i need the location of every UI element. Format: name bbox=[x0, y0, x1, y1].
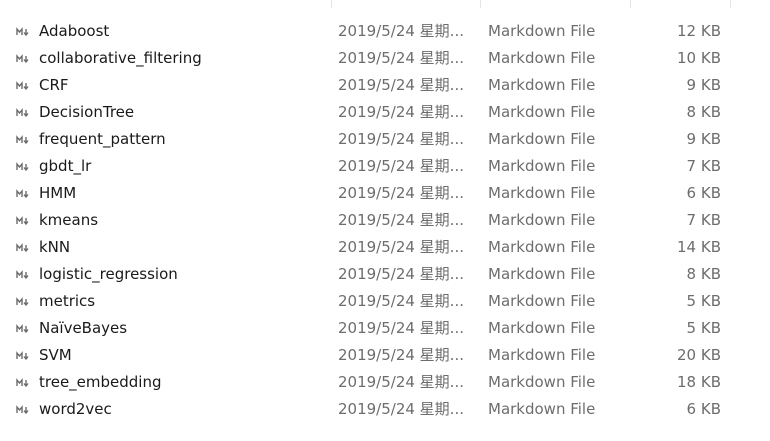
file-size: 7 KB bbox=[686, 157, 721, 175]
markdown-file-icon bbox=[16, 378, 30, 388]
file-type: Markdown File bbox=[488, 76, 596, 94]
markdown-file-icon bbox=[16, 27, 30, 37]
file-name: metrics bbox=[39, 292, 96, 310]
file-type: Markdown File bbox=[488, 238, 596, 256]
file-size: 6 KB bbox=[686, 400, 721, 418]
markdown-file-icon bbox=[16, 243, 30, 253]
file-date-modified: 2019/5/24 星期... bbox=[338, 184, 464, 202]
file-row[interactable]: frequent_pattern 2019/5/24 星期... Markdown … bbox=[0, 126, 770, 153]
file-date-modified: 2019/5/24 星期... bbox=[338, 400, 464, 418]
file-date-modified: 2019/5/24 星期... bbox=[338, 238, 464, 256]
markdown-file-icon bbox=[16, 324, 30, 334]
file-size: 9 KB bbox=[686, 76, 721, 94]
file-row[interactable]: SVM 2019/5/24 星期... Markdown File 20 KB bbox=[0, 342, 770, 369]
file-list: Adaboost 2019/5/24 星期... Markdown File 12 K… bbox=[0, 18, 770, 423]
file-row[interactable]: Adaboost 2019/5/24 星期... Markdown File 12 K… bbox=[0, 18, 770, 45]
markdown-file-icon bbox=[16, 135, 30, 145]
file-size: 10 KB bbox=[677, 49, 721, 67]
file-size: 8 KB bbox=[686, 265, 721, 283]
file-name: word2vec bbox=[39, 400, 112, 418]
file-date-modified: 2019/5/24 星期... bbox=[338, 346, 464, 364]
file-date-modified: 2019/5/24 星期... bbox=[338, 103, 464, 121]
column-divider-type[interactable] bbox=[480, 0, 481, 8]
markdown-file-icon bbox=[16, 108, 30, 118]
file-size: 8 KB bbox=[686, 103, 721, 121]
file-type: Markdown File bbox=[488, 373, 596, 391]
file-type: Markdown File bbox=[488, 22, 596, 40]
markdown-file-icon bbox=[16, 162, 30, 172]
file-size: 14 KB bbox=[677, 238, 721, 256]
file-type: Markdown File bbox=[488, 130, 596, 148]
file-name: kmeans bbox=[39, 211, 99, 229]
file-type: Markdown File bbox=[488, 346, 596, 364]
file-row[interactable]: CRF 2019/5/24 星期... Markdown File 9 KB bbox=[0, 72, 770, 99]
file-size: 5 KB bbox=[686, 292, 721, 310]
file-row[interactable]: DecisionTree 2019/5/24 星期... Markdown File… bbox=[0, 99, 770, 126]
markdown-file-icon bbox=[16, 54, 30, 64]
file-row[interactable]: kNN 2019/5/24 星期... Markdown File 14 KB bbox=[0, 234, 770, 261]
file-row[interactable]: tree_embedding 2019/5/24 星期... Markdown Fi… bbox=[0, 369, 770, 396]
markdown-file-icon bbox=[16, 297, 30, 307]
markdown-file-icon bbox=[16, 270, 30, 280]
file-size: 18 KB bbox=[677, 373, 721, 391]
file-name: frequent_pattern bbox=[39, 130, 166, 148]
file-type: Markdown File bbox=[488, 319, 596, 337]
file-date-modified: 2019/5/24 星期... bbox=[338, 22, 464, 40]
column-divider-end[interactable] bbox=[730, 0, 731, 8]
markdown-file-icon bbox=[16, 351, 30, 361]
file-size: 5 KB bbox=[686, 319, 721, 337]
file-size: 20 KB bbox=[677, 346, 721, 364]
file-name: HMM bbox=[39, 184, 77, 202]
file-date-modified: 2019/5/24 星期... bbox=[338, 49, 464, 67]
file-row[interactable]: HMM 2019/5/24 星期... Markdown File 6 KB bbox=[0, 180, 770, 207]
markdown-file-icon bbox=[16, 405, 30, 415]
file-size: 12 KB bbox=[677, 22, 721, 40]
file-row[interactable]: logistic_regression 2019/5/24 星期... Markdo… bbox=[0, 261, 770, 288]
column-divider-size[interactable] bbox=[630, 0, 631, 8]
file-type: Markdown File bbox=[488, 157, 596, 175]
file-date-modified: 2019/5/24 星期... bbox=[338, 373, 464, 391]
file-type: Markdown File bbox=[488, 211, 596, 229]
file-date-modified: 2019/5/24 星期... bbox=[338, 292, 464, 310]
file-row[interactable]: NaïveBayes 2019/5/24 星期... Markdown File 5 … bbox=[0, 315, 770, 342]
file-row[interactable]: collaborative_filtering 2019/5/24 星期... Ma… bbox=[0, 45, 770, 72]
file-name: CRF bbox=[39, 76, 69, 94]
file-name: SVM bbox=[39, 346, 72, 364]
markdown-file-icon bbox=[16, 216, 30, 226]
file-date-modified: 2019/5/24 星期... bbox=[338, 76, 464, 94]
file-date-modified: 2019/5/24 星期... bbox=[338, 157, 464, 175]
file-row[interactable]: word2vec 2019/5/24 星期... Markdown File 6 KB bbox=[0, 396, 770, 423]
file-name: NaïveBayes bbox=[39, 319, 128, 337]
file-name: kNN bbox=[39, 238, 71, 256]
file-date-modified: 2019/5/24 星期... bbox=[338, 265, 464, 283]
column-divider-date[interactable] bbox=[331, 0, 332, 8]
file-name: collaborative_filtering bbox=[39, 49, 202, 67]
file-row[interactable]: kmeans 2019/5/24 星期... Markdown File 7 KB bbox=[0, 207, 770, 234]
markdown-file-icon bbox=[16, 189, 30, 199]
file-name: Adaboost bbox=[39, 22, 110, 40]
file-row[interactable]: gbdt_lr 2019/5/24 星期... Markdown File 7 KB bbox=[0, 153, 770, 180]
file-name: logistic_regression bbox=[39, 265, 178, 283]
file-size: 6 KB bbox=[686, 184, 721, 202]
file-date-modified: 2019/5/24 星期... bbox=[338, 130, 464, 148]
file-name: gbdt_lr bbox=[39, 157, 92, 175]
file-type: Markdown File bbox=[488, 103, 596, 121]
file-type: Markdown File bbox=[488, 49, 596, 67]
file-date-modified: 2019/5/24 星期... bbox=[338, 319, 464, 337]
file-name: tree_embedding bbox=[39, 373, 162, 391]
file-date-modified: 2019/5/24 星期... bbox=[338, 211, 464, 229]
file-row[interactable]: metrics 2019/5/24 星期... Markdown File 5 KB bbox=[0, 288, 770, 315]
file-size: 7 KB bbox=[686, 211, 721, 229]
file-type: Markdown File bbox=[488, 265, 596, 283]
markdown-file-icon bbox=[16, 81, 30, 91]
file-type: Markdown File bbox=[488, 400, 596, 418]
file-size: 9 KB bbox=[686, 130, 721, 148]
file-name: DecisionTree bbox=[39, 103, 135, 121]
file-type: Markdown File bbox=[488, 292, 596, 310]
file-type: Markdown File bbox=[488, 184, 596, 202]
